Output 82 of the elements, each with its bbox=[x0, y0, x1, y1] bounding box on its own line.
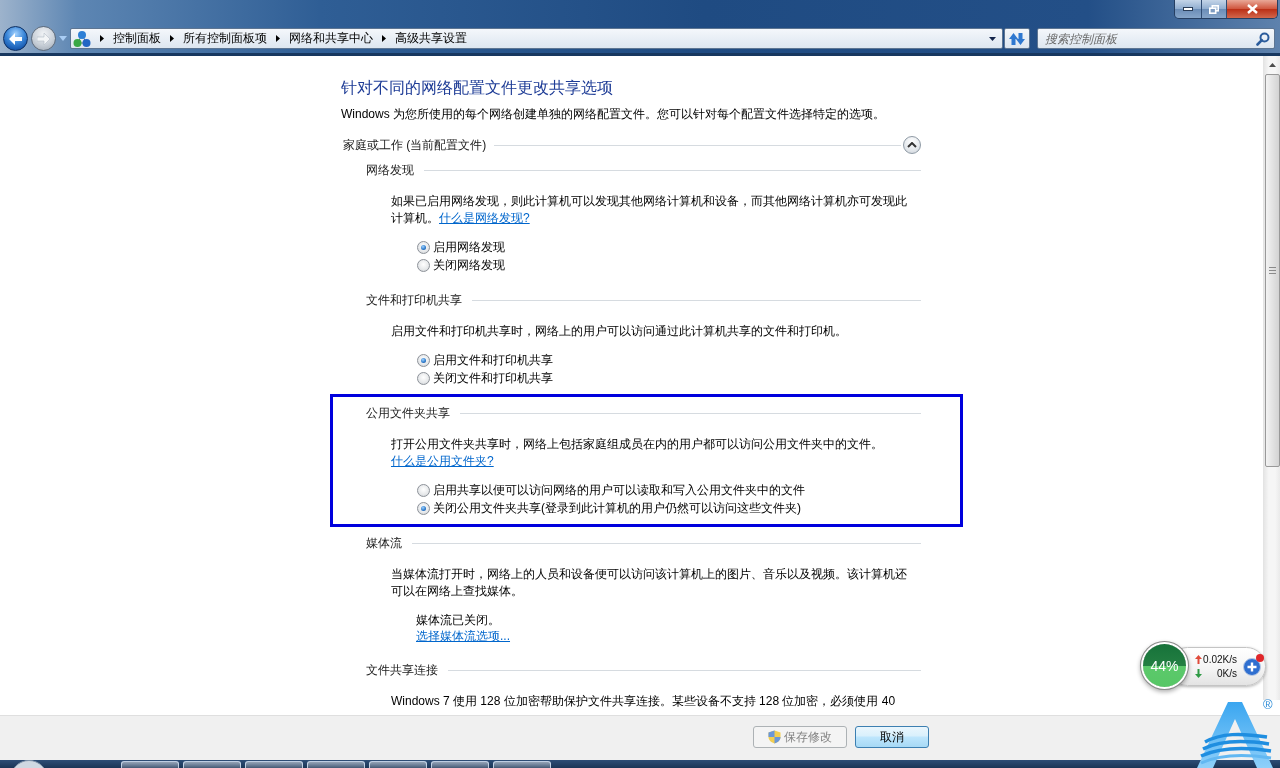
radio-label[interactable]: 启用文件和打印机共享 bbox=[433, 351, 553, 369]
page-title: 针对不同的网络配置文件更改共享选项 bbox=[341, 78, 613, 98]
status-text: 媒体流已关闭。 bbox=[416, 612, 500, 628]
refresh-button[interactable] bbox=[1004, 28, 1030, 49]
forward-button[interactable] bbox=[31, 26, 56, 51]
search-icon bbox=[1256, 32, 1270, 46]
scrollbar-thumb[interactable] bbox=[1264, 74, 1280, 467]
search-field[interactable]: 搜索控制面板 bbox=[1037, 28, 1275, 49]
close-icon bbox=[1246, 4, 1258, 14]
section-heading: 媒体流 bbox=[366, 534, 402, 552]
arrow-right-icon bbox=[37, 32, 50, 45]
radio-button[interactable] bbox=[417, 371, 430, 385]
section-heading: 文件共享连接 bbox=[366, 661, 438, 679]
minimize-button[interactable] bbox=[1175, 0, 1202, 18]
restore-icon bbox=[1209, 4, 1219, 14]
media-options-link[interactable]: 选择媒体流选项... bbox=[416, 628, 510, 644]
download-speed: 0K/s bbox=[1216, 668, 1237, 679]
taskbar-button[interactable] bbox=[245, 761, 303, 768]
radio-button[interactable] bbox=[417, 483, 430, 497]
upload-speed: 0.02K/s bbox=[1202, 654, 1237, 665]
plus-button[interactable] bbox=[1243, 657, 1261, 676]
section-description: 启用文件和打印机共享时，网络上的用户可以访问通过此计算机共享的文件和打印机。 bbox=[391, 323, 848, 340]
cancel-button[interactable]: 取消 bbox=[855, 726, 929, 748]
caret-right-icon bbox=[382, 35, 386, 42]
section-description: Windows 7 使用 128 位加密帮助保护文件共享连接。某些设备不支持 128 位加密，必须使用 40 bbox=[391, 693, 897, 710]
arrow-up-icon bbox=[1195, 655, 1202, 664]
notification-dot-icon bbox=[1256, 653, 1264, 662]
help-link[interactable]: 什么是公用文件夹? bbox=[391, 454, 494, 468]
help-link[interactable]: 什么是网络发现? bbox=[439, 211, 530, 225]
taskbar-button[interactable] bbox=[369, 761, 427, 768]
radio-label[interactable]: 关闭文件和打印机共享 bbox=[433, 369, 553, 387]
registered-mark: ® bbox=[1263, 698, 1273, 712]
radio-label[interactable]: 关闭公用文件夹共享(登录到此计算机的用户仍然可以访问这些文件夹) bbox=[433, 499, 801, 517]
plus-icon bbox=[1243, 657, 1261, 676]
close-button[interactable] bbox=[1227, 0, 1277, 18]
section-description: 打开公用文件夹共享时，网络上包括家庭组成员在内的用户都可以访问公用文件夹中的文件。 什么是公用文件夹? bbox=[391, 436, 884, 470]
taskbar-button[interactable] bbox=[183, 761, 241, 768]
breadcrumb-item[interactable]: 所有控制面板项 bbox=[183, 29, 267, 48]
back-button[interactable] bbox=[3, 26, 28, 51]
taskbar-button[interactable] bbox=[307, 761, 365, 768]
breadcrumb-arrow-button[interactable] bbox=[170, 35, 174, 42]
caret-down-icon bbox=[58, 36, 67, 41]
caret-down-icon bbox=[988, 36, 996, 41]
caret-right-icon bbox=[100, 35, 104, 42]
section-heading: 文件和打印机共享 bbox=[366, 291, 462, 309]
triangle-up-icon bbox=[1268, 62, 1276, 67]
collapse-button[interactable] bbox=[903, 136, 921, 154]
radio-label[interactable]: 关闭网络发现 bbox=[433, 256, 505, 274]
section-heading: 网络发现 bbox=[366, 161, 414, 179]
page-description: Windows 为您所使用的每个网络创建单独的网络配置文件。您可以针对每个配置文件选择特定的选项。 bbox=[341, 106, 885, 123]
scrollbar-track[interactable] bbox=[1263, 56, 1280, 700]
grip-icon bbox=[1268, 267, 1276, 274]
radio-button[interactable] bbox=[417, 501, 430, 515]
breadcrumb-arrow-button[interactable] bbox=[100, 35, 104, 42]
network-icon bbox=[73, 29, 91, 48]
radio-label[interactable]: 启用网络发现 bbox=[433, 238, 505, 256]
profile-heading: 家庭或工作 (当前配置文件) bbox=[343, 136, 487, 154]
caret-right-icon bbox=[170, 35, 174, 42]
breadcrumb-item[interactable]: 高级共享设置 bbox=[395, 29, 467, 48]
arrow-down-icon bbox=[1195, 669, 1202, 678]
section-description: 当媒体流打开时，网络上的人员和设备便可以访问该计算机上的图片、音乐以及视频。该计算机还可以在网络上查找媒体。 bbox=[391, 566, 908, 600]
chevron-up-icon bbox=[907, 142, 917, 148]
address-bar[interactable]: 控制面板 所有控制面板项 网络和共享中心 高级共享设置 bbox=[70, 28, 1003, 49]
breadcrumb-arrow-button[interactable] bbox=[276, 35, 280, 42]
restore-button[interactable] bbox=[1202, 0, 1227, 18]
arrow-left-icon bbox=[9, 32, 22, 45]
caret-right-icon bbox=[276, 35, 280, 42]
taskbar-button[interactable] bbox=[431, 761, 489, 768]
taskbar-button[interactable] bbox=[121, 761, 179, 768]
section-description: 如果已启用网络发现，则此计算机可以发现其他网络计算机和设备，而其他网络计算机亦可发现此计算机。什么是网络发现? bbox=[391, 193, 908, 227]
breadcrumb-arrow-button[interactable] bbox=[382, 35, 386, 42]
minimize-icon bbox=[1183, 7, 1193, 11]
radio-button[interactable] bbox=[417, 353, 430, 367]
breadcrumb-item[interactable]: 控制面板 bbox=[113, 29, 161, 48]
radio-button[interactable] bbox=[417, 240, 430, 254]
breadcrumb-item[interactable]: 网络和共享中心 bbox=[289, 29, 373, 48]
radio-button[interactable] bbox=[417, 258, 430, 272]
refresh-icon bbox=[1009, 31, 1025, 46]
shield-icon bbox=[768, 730, 781, 744]
section-heading: 公用文件夹共享 bbox=[366, 404, 450, 422]
taskbar-button[interactable] bbox=[493, 761, 551, 768]
radio-label[interactable]: 启用共享以便可以访问网络的用户可以读取和写入公用文件夹中的文件 bbox=[433, 481, 805, 499]
